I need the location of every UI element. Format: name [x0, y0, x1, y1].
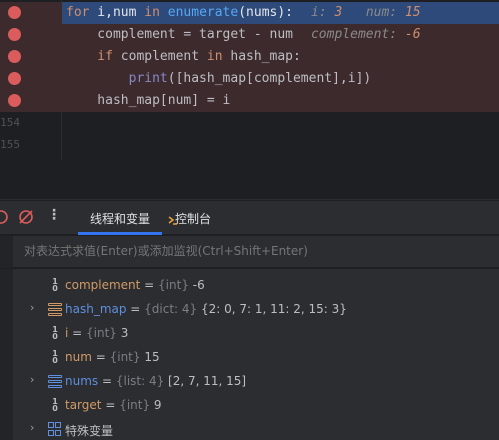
int-icon: 10 — [52, 325, 58, 341]
code-line[interactable]: 155 — [0, 135, 499, 157]
evaluate-expression-input[interactable] — [24, 244, 484, 258]
chevron-right-icon[interactable]: › — [30, 301, 34, 314]
code-text: print([hash_map[complement],i]) — [66, 71, 372, 86]
chevron-right-icon[interactable]: › — [30, 421, 34, 434]
variable-row-nums[interactable]: › nums = {list: 4} [2, 7, 11, 15] — [13, 369, 499, 393]
inline-value-hint: i: 3 num: 15 — [311, 5, 421, 20]
breakpoint-icon[interactable] — [8, 6, 21, 19]
panel-splitter[interactable] — [0, 160, 499, 200]
code-line-exec[interactable]: for i,num in enumerate(nums): i: 3 num: 1… — [0, 2, 499, 24]
debug-toolbar: ⋮ 线程和变量 控制台 — [0, 201, 499, 235]
variable-row-num[interactable]: 10 num = {int} 15 — [13, 345, 499, 369]
special-vars-icon — [48, 422, 62, 436]
code-line[interactable]: print([hash_map[complement],i]) — [0, 68, 499, 90]
variable-row-hash-map[interactable]: › hash_map = {dict: 4} {2: 0, 7: 1, 11: … — [13, 297, 499, 321]
breakpoint-icon[interactable] — [8, 28, 21, 41]
code-text: if complement in hash_map: — [66, 49, 301, 64]
code-line[interactable]: complement = target - num complement: -6 — [0, 24, 499, 46]
code-line[interactable]: if complement in hash_map: — [0, 46, 499, 68]
breakpoint-icon[interactable] — [8, 72, 21, 85]
variable-row-target[interactable]: 10 target = {int} 9 — [13, 393, 499, 417]
active-tab-indicator — [78, 232, 162, 235]
line-number: 155 — [0, 138, 20, 151]
list-icon — [48, 374, 62, 388]
dict-icon — [48, 302, 62, 316]
inline-value-hint: complement: -6 — [310, 27, 421, 42]
evaluate-expression-bar — [0, 236, 499, 268]
tab-threads-variables[interactable]: 线程和变量 — [90, 210, 150, 227]
code-text: for i,num in enumerate(nums): i: 3 num: 1… — [66, 5, 421, 20]
console-icon — [168, 216, 177, 225]
view-breakpoints-icon[interactable] — [0, 209, 9, 225]
breakpoint-icon[interactable] — [8, 94, 21, 107]
code-line[interactable]: hash_map[num] = i — [0, 90, 499, 112]
int-icon: 10 — [52, 397, 58, 413]
code-text: hash_map[num] = i — [66, 93, 231, 108]
variable-row-special-vars[interactable]: › 特殊变量 — [13, 417, 499, 440]
variable-row-complement[interactable]: 10 complement = {int} -6 — [13, 273, 499, 297]
code-text: complement = target - num complement: -6 — [66, 27, 421, 42]
tab-console[interactable]: 控制台 — [175, 210, 211, 227]
breakpoint-icon[interactable] — [8, 50, 21, 63]
code-line[interactable]: 154 — [0, 113, 499, 135]
chevron-right-icon[interactable]: › — [30, 373, 34, 386]
mute-breakpoints-icon[interactable] — [18, 209, 34, 225]
variable-row-i[interactable]: 10 i = {int} 3 — [13, 321, 499, 345]
variables-panel: 10 complement = {int} -6 › hash_map = {d… — [0, 269, 499, 440]
line-number: 154 — [0, 116, 20, 129]
more-options-icon[interactable]: ⋮ — [47, 207, 61, 223]
int-icon: 10 — [52, 277, 58, 293]
code-editor[interactable]: for i,num in enumerate(nums): i: 3 num: 1… — [0, 0, 499, 160]
int-icon: 10 — [52, 349, 58, 365]
